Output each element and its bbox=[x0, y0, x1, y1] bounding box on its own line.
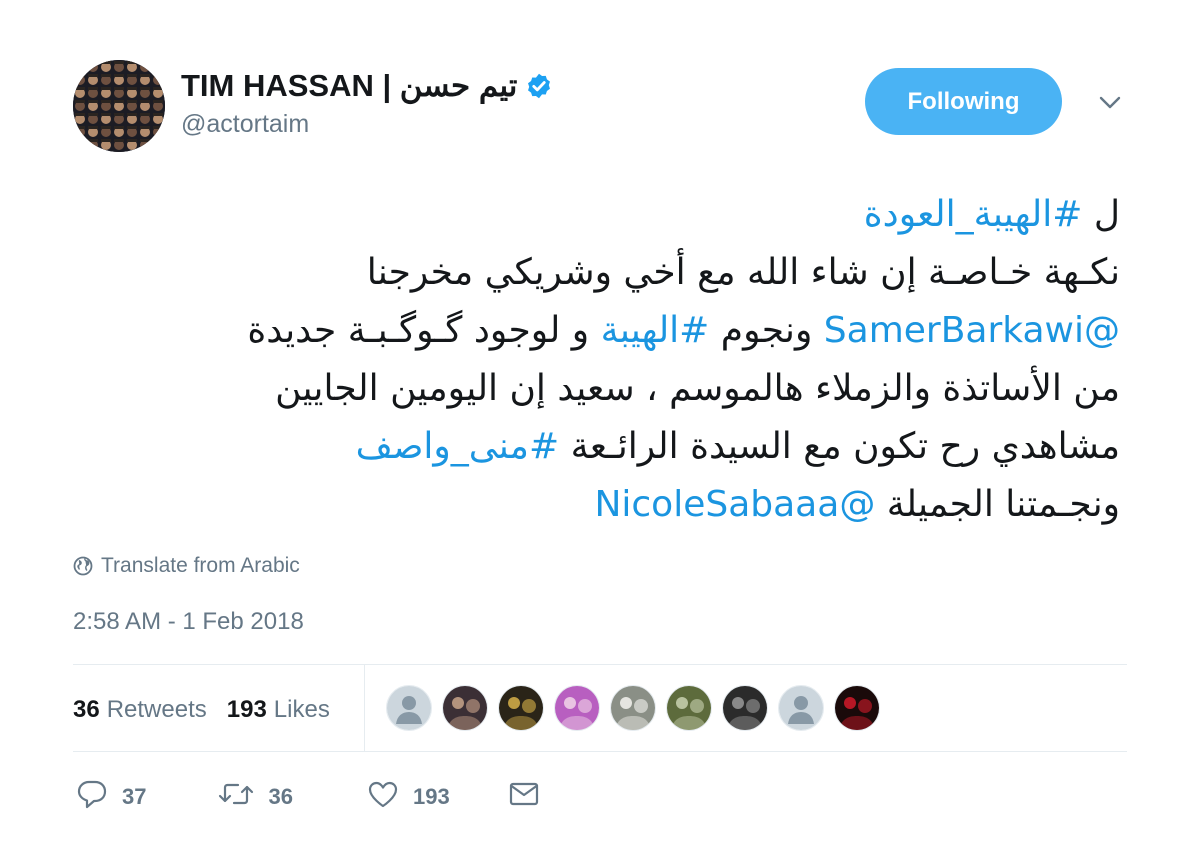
divider bbox=[73, 664, 1127, 665]
display-name[interactable]: تيم حسن | TIM HASSAN bbox=[181, 68, 517, 104]
tweet-text-segment: و لوجود گـوگـبـة جديدة bbox=[247, 310, 601, 351]
liker-avatar[interactable] bbox=[722, 685, 768, 731]
liker-avatar[interactable] bbox=[554, 685, 600, 731]
hashtag-link[interactable]: #الهيبة_العودة bbox=[864, 194, 1083, 235]
retweet-icon bbox=[218, 781, 268, 813]
liker-avatars bbox=[386, 685, 880, 731]
liker-avatar[interactable] bbox=[386, 685, 432, 731]
retweet-count: 36 bbox=[268, 784, 293, 809]
tweet-line: @SamerBarkawi ونجوم #الهيبة و لوجود گـوگ… bbox=[40, 302, 1120, 360]
tweet-text-segment: مشاهدي رح تكون مع السيدة الرائـعة bbox=[559, 426, 1120, 467]
liker-avatar[interactable] bbox=[666, 685, 712, 731]
tweet-text: ل #الهيبة_العودة نكـهة خـاصـة إن شاء الله… bbox=[40, 186, 1120, 534]
divider bbox=[73, 751, 1127, 752]
tweet-line: ونجـمتنا الجميلة @NicoleSabaaa bbox=[40, 476, 1120, 534]
tweet-line: ل #الهيبة_العودة bbox=[40, 186, 1120, 244]
retweets-label: Retweets bbox=[106, 696, 207, 723]
likes-label: Likes bbox=[273, 696, 330, 723]
translate-link[interactable]: Translate from Arabic bbox=[73, 554, 300, 578]
verified-badge-icon bbox=[525, 72, 553, 100]
liker-avatar[interactable] bbox=[610, 685, 656, 731]
retweet-button[interactable]: 36 bbox=[218, 781, 293, 813]
display-name-row[interactable]: تيم حسن | TIM HASSAN bbox=[181, 66, 553, 106]
like-count: 193 bbox=[412, 784, 450, 809]
heart-icon bbox=[367, 780, 413, 814]
reply-button[interactable]: 37 bbox=[76, 779, 146, 815]
likes-stat[interactable]: 193 Likes bbox=[227, 696, 330, 724]
stats-divider bbox=[364, 665, 365, 752]
likes-count: 193 bbox=[226, 696, 267, 723]
tweet-text-segment: ل bbox=[1082, 194, 1120, 235]
reply-icon bbox=[76, 779, 122, 815]
following-button[interactable]: Following bbox=[865, 68, 1062, 135]
retweets-stat[interactable]: 36 Retweets bbox=[73, 696, 207, 724]
tweet-text-segment: من الأساتذة والزملاء هالموسم ، سعيد إن ا… bbox=[275, 368, 1120, 409]
like-button[interactable]: 193 bbox=[367, 780, 450, 814]
liker-avatar[interactable] bbox=[498, 685, 544, 731]
hashtag-link[interactable]: #منى_واصف bbox=[356, 426, 560, 467]
tweet-stats: 36 Retweets 193 Likes bbox=[73, 690, 330, 730]
tweet-line: من الأساتذة والزملاء هالموسم ، سعيد إن ا… bbox=[40, 360, 1120, 418]
mention-link[interactable]: @SamerBarkawi bbox=[824, 310, 1120, 351]
tweet-actions: 37 36 193 bbox=[76, 777, 554, 817]
profile-avatar[interactable] bbox=[73, 60, 165, 152]
chevron-down-icon[interactable] bbox=[1098, 94, 1122, 115]
tweet-timestamp[interactable]: 2:58 AM - 1 Feb 2018 bbox=[73, 608, 304, 636]
globe-icon bbox=[73, 556, 93, 576]
envelope-icon bbox=[508, 781, 554, 813]
tweet-line: مشاهدي رح تكون مع السيدة الرائـعة #منى_و… bbox=[40, 418, 1120, 476]
retweets-count: 36 bbox=[73, 696, 100, 723]
tweet-text-segment: نكـهة خـاصـة إن شاء الله مع أخي وشريكي م… bbox=[366, 252, 1120, 293]
direct-message-button[interactable] bbox=[508, 781, 554, 813]
hashtag-link[interactable]: #الهيبة bbox=[601, 310, 710, 351]
tweet-line: نكـهة خـاصـة إن شاء الله مع أخي وشريكي م… bbox=[40, 244, 1120, 302]
liker-avatar[interactable] bbox=[442, 685, 488, 731]
liker-avatar[interactable] bbox=[834, 685, 880, 731]
liker-avatar[interactable] bbox=[778, 685, 824, 731]
reply-count: 37 bbox=[122, 784, 147, 809]
user-handle[interactable]: @actortaim bbox=[181, 110, 309, 139]
translate-label[interactable]: Translate from Arabic bbox=[101, 554, 300, 578]
tweet-text-segment: ونجـمتنا الجميلة bbox=[875, 484, 1120, 525]
mention-link[interactable]: @NicoleSabaaa bbox=[594, 484, 875, 525]
tweet-text-segment: ونجوم bbox=[709, 310, 824, 351]
